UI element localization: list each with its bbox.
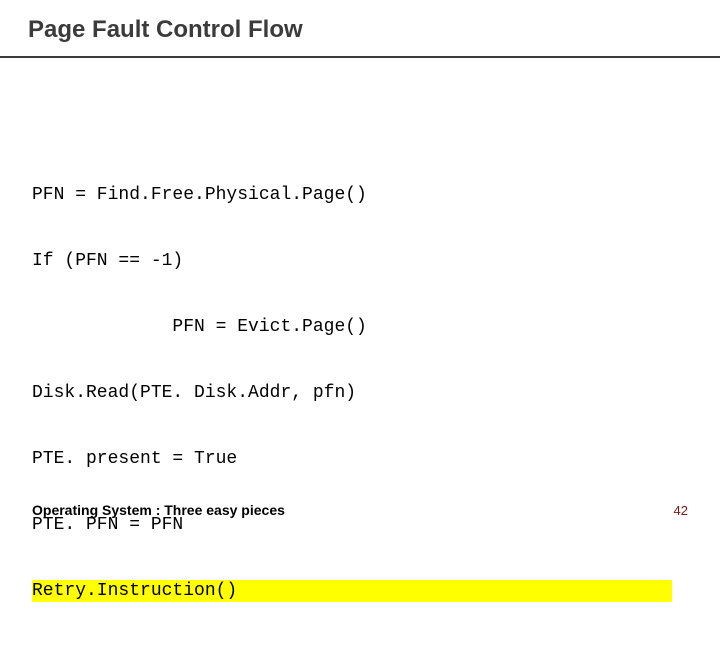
- code-line-highlighted: Retry.Instruction(): [32, 580, 672, 602]
- code-block: PFN = Find.Free.Physical.Page() If (PFN …: [32, 140, 688, 646]
- code-line: PTE. present = True: [32, 448, 688, 470]
- code-line: PFN = Find.Free.Physical.Page(): [32, 184, 688, 206]
- slide: Page Fault Control Flow PFN = Find.Free.…: [0, 0, 720, 540]
- page-number: 42: [674, 503, 688, 518]
- code-line: PFN = Evict.Page(): [32, 316, 688, 338]
- slide-title: Page Fault Control Flow: [28, 16, 303, 44]
- code-line: Disk.Read(PTE. Disk.Addr, pfn): [32, 382, 688, 404]
- footer-source: Operating System : Three easy pieces: [32, 502, 285, 518]
- title-rule: [0, 56, 720, 58]
- code-line: If (PFN == -1): [32, 250, 688, 272]
